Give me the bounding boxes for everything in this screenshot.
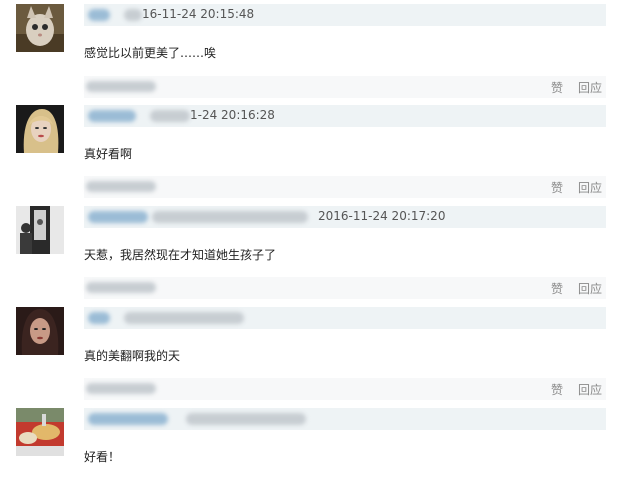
like-button[interactable]: 赞 bbox=[551, 179, 563, 196]
comment-text: 天惹，我居然现在才知道她生孩子了 bbox=[84, 248, 277, 262]
comment-footer: 赞 回应 bbox=[84, 277, 606, 299]
like-button[interactable]: 赞 bbox=[551, 280, 563, 297]
avatar[interactable] bbox=[16, 307, 64, 355]
comment-text: 真好看啊 bbox=[84, 147, 133, 161]
reply-button[interactable]: 回应 bbox=[578, 381, 602, 398]
comment-text: 好看！ bbox=[84, 450, 121, 464]
reply-button[interactable]: 回应 bbox=[578, 79, 602, 96]
footer-info-redacted bbox=[86, 181, 156, 192]
username-redacted[interactable] bbox=[88, 9, 110, 21]
comment-timestamp: 1-24 20:16:28 bbox=[190, 108, 275, 122]
avatar[interactable] bbox=[16, 105, 64, 153]
comment-meta-bar bbox=[84, 307, 606, 329]
avatar[interactable] bbox=[16, 408, 64, 456]
avatar[interactable] bbox=[16, 4, 64, 52]
footer-info-redacted bbox=[86, 383, 156, 394]
comment-timestamp: 16-11-24 20:15:48 bbox=[142, 7, 255, 21]
username-redacted[interactable] bbox=[88, 413, 168, 425]
comment-meta-bar: 2016-11-24 20:17:20 bbox=[84, 206, 606, 228]
date-redacted bbox=[152, 211, 308, 223]
username-redacted[interactable] bbox=[88, 110, 136, 122]
comment-meta-bar: 16-11-24 20:15:48 bbox=[84, 4, 606, 26]
username-redacted[interactable] bbox=[88, 312, 110, 324]
comment-meta-bar: 1-24 20:16:28 bbox=[84, 105, 606, 127]
comment-footer: 赞 回应 bbox=[84, 176, 606, 198]
username-redacted[interactable] bbox=[88, 211, 148, 223]
date-redacted bbox=[124, 312, 244, 324]
comment-meta-bar bbox=[84, 408, 606, 430]
footer-info-redacted bbox=[86, 81, 156, 92]
avatar[interactable] bbox=[16, 206, 64, 254]
like-button[interactable]: 赞 bbox=[551, 79, 563, 96]
comment-footer: 赞 回应 bbox=[84, 378, 606, 400]
comment-footer: 赞 回应 bbox=[84, 76, 606, 98]
comment-timestamp: 2016-11-24 20:17:20 bbox=[318, 209, 446, 223]
date-redacted bbox=[124, 9, 142, 21]
date-redacted bbox=[150, 110, 190, 122]
comment-text: 真的美翻啊我的天 bbox=[84, 349, 181, 363]
footer-info-redacted bbox=[86, 282, 156, 293]
comment-text: 感觉比以前更美了……唉 bbox=[84, 46, 217, 60]
reply-button[interactable]: 回应 bbox=[578, 280, 602, 297]
like-button[interactable]: 赞 bbox=[551, 381, 563, 398]
date-redacted bbox=[186, 413, 306, 425]
reply-button[interactable]: 回应 bbox=[578, 179, 602, 196]
